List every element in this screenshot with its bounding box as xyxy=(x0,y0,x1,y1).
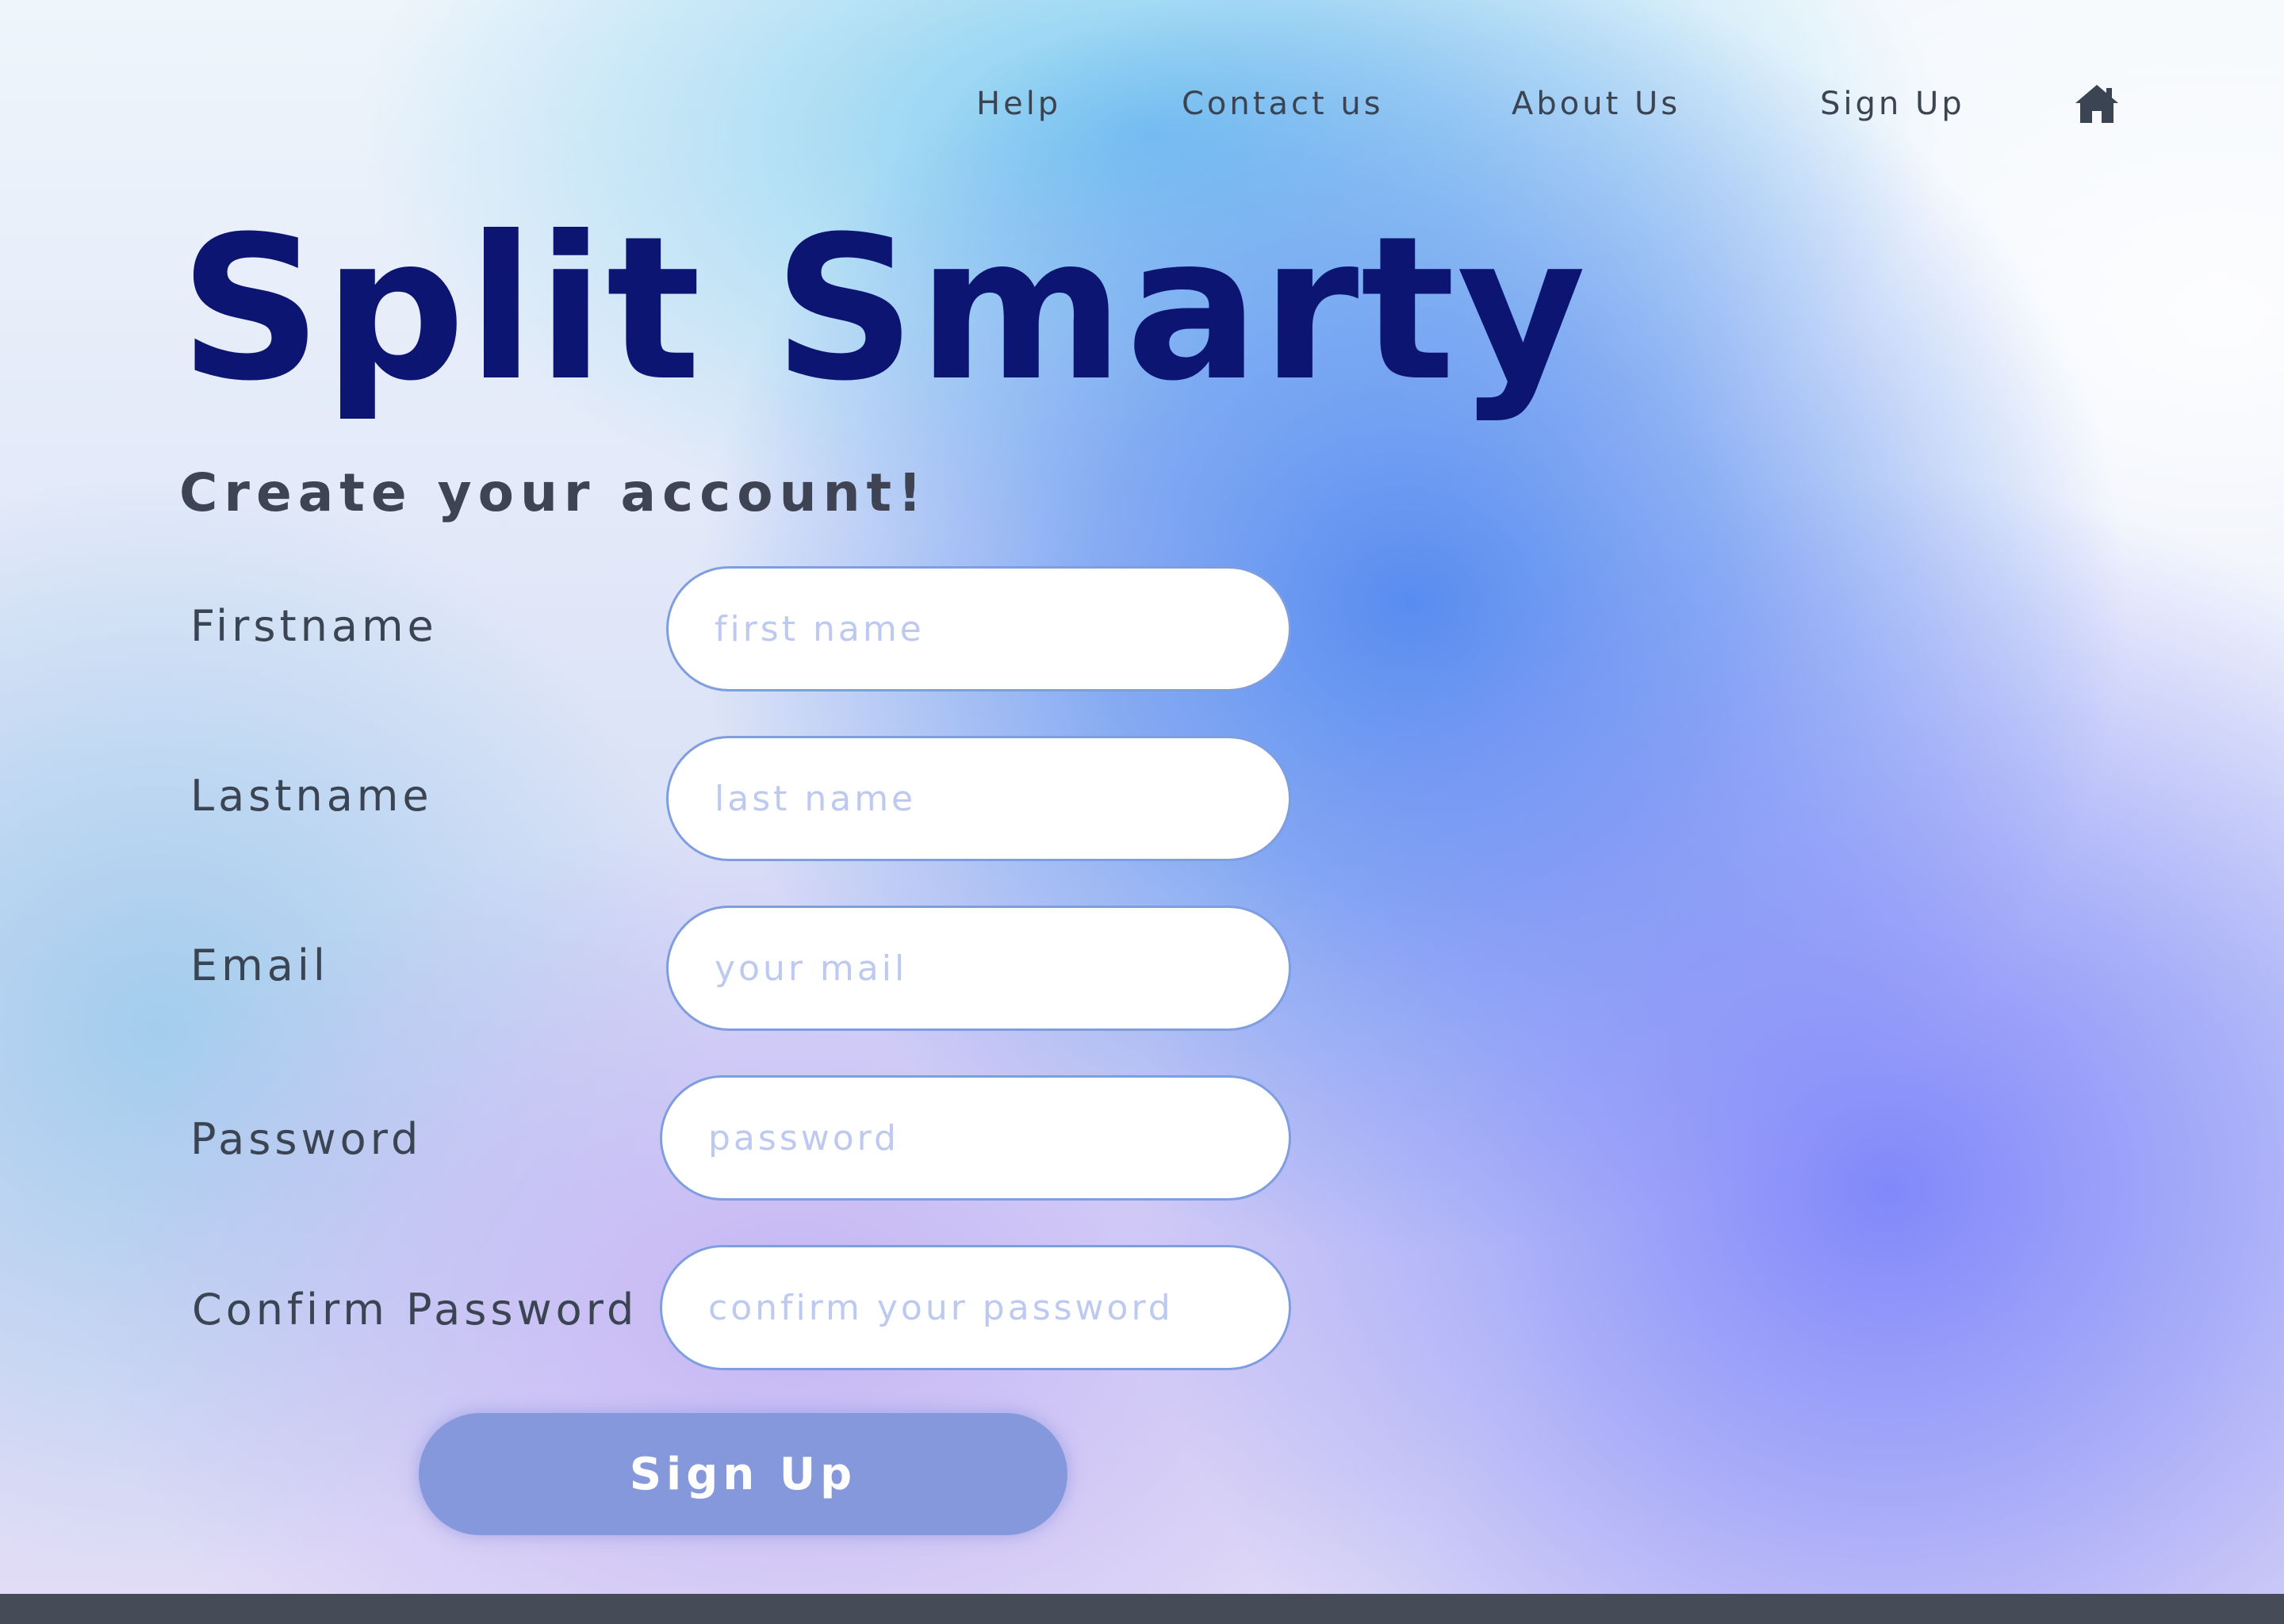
lastname-label: Lastname xyxy=(190,771,433,821)
firstname-label: Firstname xyxy=(190,601,438,651)
password-label: Password xyxy=(190,1114,423,1164)
email-label: Email xyxy=(190,940,329,990)
lastname-input[interactable] xyxy=(666,736,1291,861)
nav-link-about-us[interactable]: About Us xyxy=(1512,84,1680,124)
email-input[interactable] xyxy=(666,906,1291,1031)
confirm-password-label: Confirm Password xyxy=(192,1285,638,1335)
nav-link-contact-us[interactable]: Contact us xyxy=(1182,84,1384,124)
nav-link-sign-up[interactable]: Sign Up xyxy=(1820,84,1965,124)
sign-up-button[interactable]: Sign Up xyxy=(419,1413,1067,1535)
footer-bar xyxy=(0,1594,2284,1624)
brand-title: Split Smarty xyxy=(179,193,1588,424)
firstname-input[interactable] xyxy=(666,566,1291,691)
password-input[interactable] xyxy=(660,1075,1291,1201)
confirm-password-input[interactable] xyxy=(660,1245,1291,1370)
form-heading: Create your account! xyxy=(179,462,929,523)
nav-link-help[interactable]: Help xyxy=(976,84,1061,124)
home-icon[interactable] xyxy=(2073,82,2121,125)
